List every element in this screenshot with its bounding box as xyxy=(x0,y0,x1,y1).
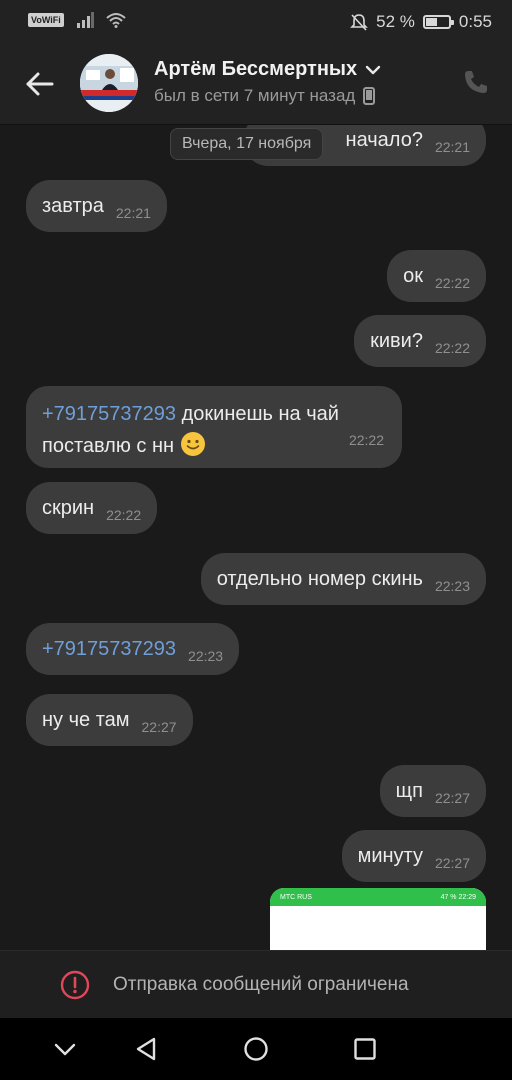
date-separator: Вчера, 17 ноября xyxy=(170,128,324,160)
phone-call-icon[interactable] xyxy=(462,68,490,96)
mobile-phone-icon xyxy=(363,87,376,105)
message-text: завтра xyxy=(42,194,104,217)
message-time: 22:27 xyxy=(434,790,470,806)
message-text: начало? xyxy=(345,128,423,151)
phone-link[interactable]: +79175737293 xyxy=(42,403,176,425)
message-time: 22:23 xyxy=(188,648,224,664)
back-arrow-icon[interactable] xyxy=(22,66,58,102)
status-bar: VoWiFi 52 % 0:55 xyxy=(0,0,512,44)
alert-circle-icon xyxy=(60,970,90,1000)
message-time: 22:22 xyxy=(434,275,470,291)
message-time: 22:22 xyxy=(434,340,470,356)
message-bubble-outgoing[interactable]: киви? 22:22 xyxy=(354,315,486,367)
chevron-down-icon xyxy=(365,65,381,74)
restricted-text: Отправка сообщений ограничена xyxy=(113,974,409,995)
back-icon[interactable] xyxy=(132,1034,162,1064)
battery-fill xyxy=(425,18,438,26)
message-bubble-incoming[interactable]: ну че там 22:27 xyxy=(26,694,193,746)
vowifi-badge: VoWiFi xyxy=(28,13,64,27)
message-time: 22:27 xyxy=(141,719,177,735)
message-bubble-outgoing[interactable]: минуту 22:27 xyxy=(341,830,486,882)
message-bubble-outgoing[interactable]: ок 22:22 xyxy=(387,250,486,302)
message-text: ну че там xyxy=(42,708,130,731)
message-time: 22:21 xyxy=(434,139,470,155)
last-seen-row: был в сети 7 минут назад xyxy=(154,86,376,106)
attachment-time: 47 % 22:29 xyxy=(440,893,476,901)
message-bubble-outgoing[interactable]: отдельно номер скинь 22:23 xyxy=(200,553,486,605)
message-time: 22:22 xyxy=(106,507,142,523)
avatar[interactable] xyxy=(80,54,138,112)
contact-name-row[interactable]: Артём Бессмертных xyxy=(154,58,381,81)
message-time: 22:21 xyxy=(115,205,151,221)
battery-icon xyxy=(422,15,454,29)
message-list[interactable]: Вчера, 17 ноября начало? 22:21 завтра 22… xyxy=(0,124,512,950)
message-time: 22:23 xyxy=(434,578,470,594)
message-text: киви? xyxy=(370,329,423,352)
message-text: щп xyxy=(395,779,423,802)
chat-header: Артём Бессмертных был в сети 7 минут наз… xyxy=(0,44,512,124)
signal-icon xyxy=(76,12,94,28)
phone-link[interactable]: +79175737293 xyxy=(42,638,176,661)
wifi-icon xyxy=(106,13,126,28)
message-text: ок xyxy=(403,264,423,287)
last-seen: был в сети 7 минут назад xyxy=(154,86,356,105)
message-text: минуту xyxy=(357,844,423,867)
recents-icon[interactable] xyxy=(350,1034,380,1064)
battery-percent: 52 % xyxy=(376,12,415,31)
image-attachment[interactable]: МТС RUS 47 % 22:29 xyxy=(270,888,486,950)
home-icon[interactable] xyxy=(241,1034,271,1064)
message-bubble-outgoing[interactable]: щп 22:27 xyxy=(379,765,486,817)
message-time: 22:22 xyxy=(348,432,384,448)
message-bubble-incoming[interactable]: завтра 22:21 xyxy=(26,180,167,232)
message-text: скрин xyxy=(42,496,95,519)
system-nav-bar xyxy=(0,1018,512,1080)
messaging-restricted-bar: Отправка сообщений ограничена xyxy=(0,950,512,1018)
clock: 0:55 xyxy=(458,12,492,31)
message-time: 22:27 xyxy=(434,855,470,871)
collapse-icon[interactable] xyxy=(50,1034,80,1064)
attachment-carrier: МТС RUS xyxy=(280,893,312,901)
message-bubble-incoming[interactable]: +79175737293 22:23 xyxy=(26,623,240,675)
slightly-smiling-face-icon xyxy=(180,432,205,456)
mute-icon xyxy=(350,14,369,31)
contact-name: Артём Бессмертных xyxy=(154,58,358,80)
message-bubble-incoming[interactable]: +79175737293 докинешь на чай поставлю с … xyxy=(26,386,402,468)
attachment-status-bar: МТС RUS 47 % 22:29 xyxy=(270,888,486,906)
message-bubble-incoming[interactable]: скрин 22:22 xyxy=(26,482,158,534)
message-text: отдельно номер скинь xyxy=(216,567,423,590)
